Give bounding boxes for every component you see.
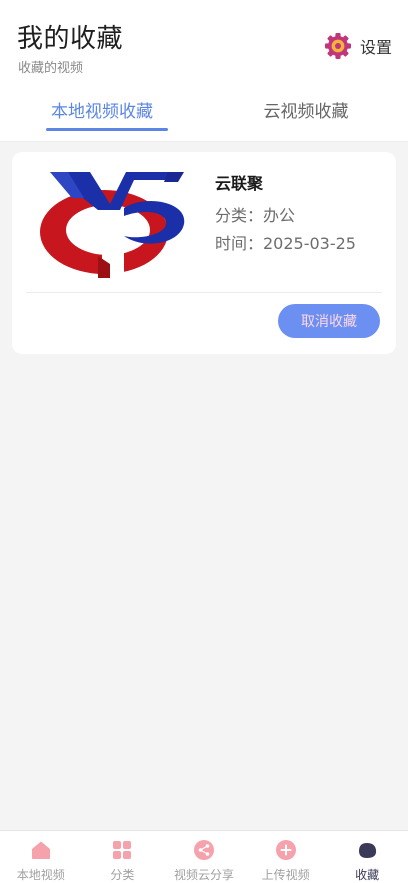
card-divider <box>26 292 382 293</box>
favorite-video-card[interactable]: 云联聚 分类：办公 时间：2025-03-25 取消收藏 <box>12 152 396 354</box>
favorites-tabs: 本地视频收藏 云视频收藏 <box>0 86 408 136</box>
unfavorite-button[interactable]: 取消收藏 <box>278 304 380 338</box>
nav-item-categories[interactable]: 分类 <box>82 831 164 883</box>
grid-icon <box>113 841 132 859</box>
gear-icon <box>324 33 351 59</box>
nav-label: 分类 <box>110 868 135 882</box>
share-icon <box>193 840 214 860</box>
favorite-icon <box>359 843 377 858</box>
nav-label: 收藏 <box>355 868 380 882</box>
nav-item-local-videos[interactable]: 本地视频 <box>0 831 82 883</box>
bottom-navigation: 本地视频 分类 视频云分享 上传视频 收藏 <box>0 830 408 883</box>
tab-local-favorites[interactable]: 本地视频收藏 <box>0 86 204 132</box>
active-tab-indicator <box>46 128 168 131</box>
nav-label: 本地视频 <box>16 868 65 882</box>
nav-label: 上传视频 <box>261 868 310 882</box>
settings-button[interactable]: 设置 <box>324 30 392 62</box>
video-thumbnail[interactable] <box>28 164 192 286</box>
home-icon <box>31 841 50 859</box>
settings-label: 设置 <box>359 38 392 57</box>
nav-item-upload[interactable]: 上传视频 <box>245 831 327 883</box>
page-subtitle: 收藏的视频 <box>18 61 84 76</box>
video-title: 云联聚 <box>215 174 264 193</box>
plus-icon <box>275 840 296 860</box>
nav-item-favorites[interactable]: 收藏 <box>326 831 408 883</box>
video-category: 分类：办公 <box>215 206 296 225</box>
nav-label: 视频云分享 <box>173 868 234 882</box>
tab-cloud-favorites[interactable]: 云视频收藏 <box>204 86 408 132</box>
app-header: 我的收藏 收藏的视频 设置 本地视频收藏 云视频收藏 <box>0 0 408 142</box>
nav-item-cloud-share[interactable]: 视频云分享 <box>163 831 245 883</box>
page-title: 我的收藏 <box>17 24 124 54</box>
video-time: 时间：2025-03-25 <box>215 234 356 253</box>
